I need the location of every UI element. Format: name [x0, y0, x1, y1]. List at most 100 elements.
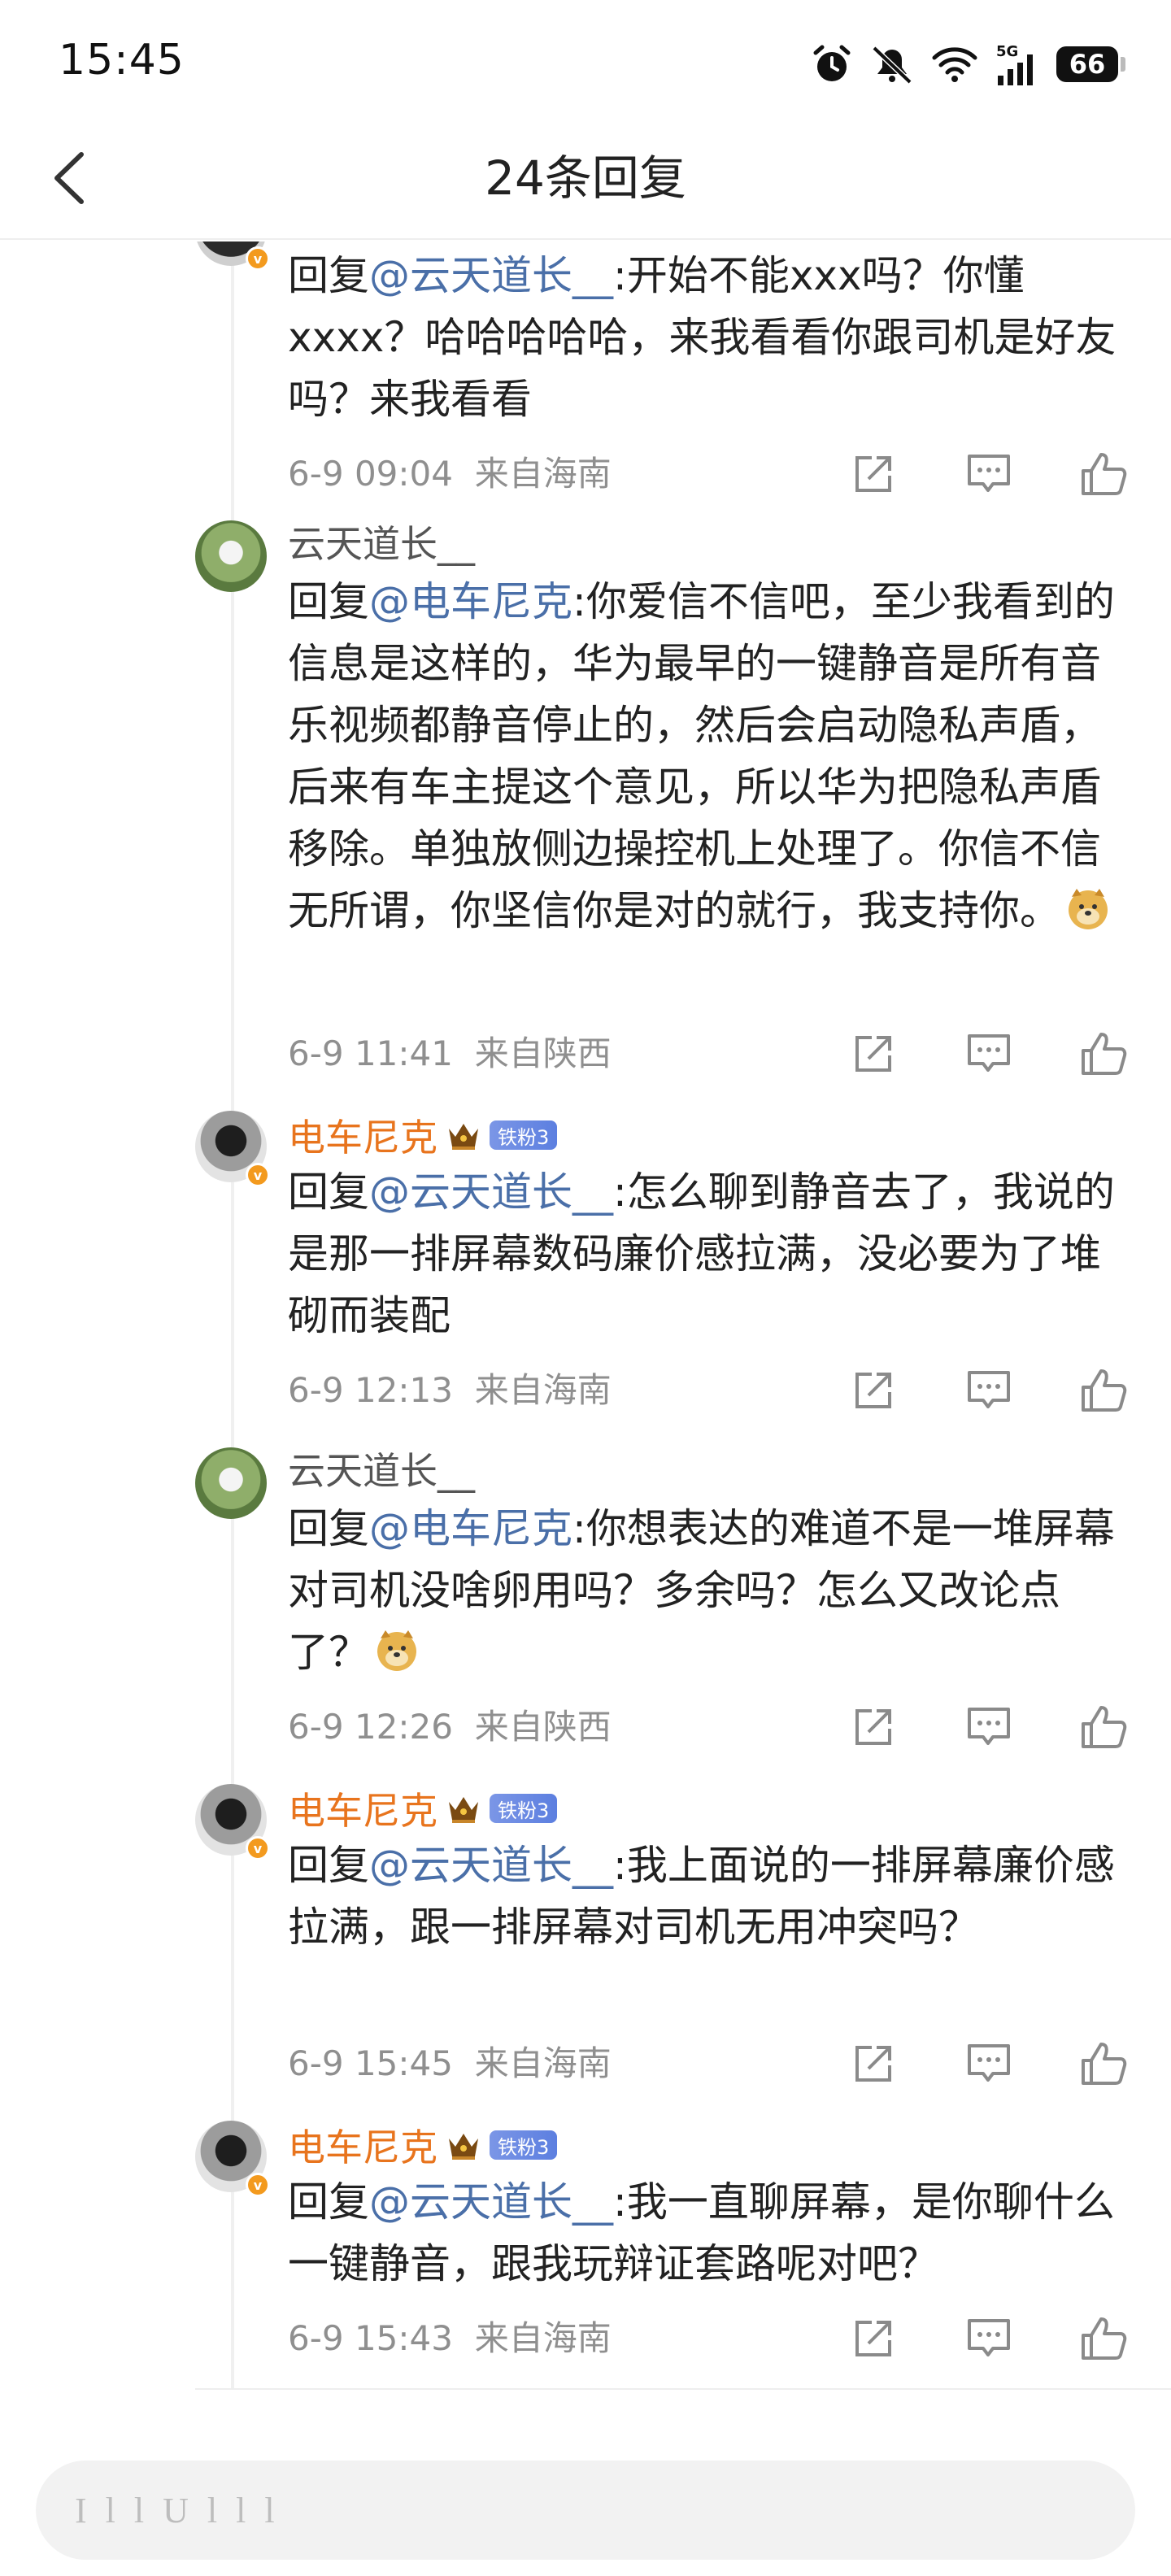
reply-meta: 6-9 11:41 来自陕西	[288, 1029, 612, 1078]
reply-meta: 6-9 15:45 来自海南	[288, 2039, 612, 2088]
crown-icon	[449, 1797, 478, 1823]
comment-icon	[968, 2044, 1010, 2082]
share-button[interactable]	[847, 1701, 899, 1753]
like-icon	[1082, 2043, 1127, 2085]
like-icon	[1082, 1706, 1127, 1748]
mention-link[interactable]: @云天道长__	[369, 1168, 613, 1216]
share-button[interactable]	[847, 2038, 899, 2090]
status-time: 15:45	[59, 36, 185, 85]
author-row: 电车尼克 铁粉3	[288, 2118, 558, 2172]
doge-emoji-icon	[377, 1630, 416, 1671]
like-button[interactable]	[1078, 2038, 1130, 2090]
reply-text: 回复@电车尼克:你想表达的难道不是一堆屏幕对司机没啥卵用吗？多余吗？怎么又改论点…	[288, 1498, 1117, 1683]
battery-icon: 66	[1056, 46, 1125, 82]
comment-icon	[968, 1708, 1010, 1745]
reply-text: 回复@云天道长__:我一直聊屏幕，是你聊什么一键静音，跟我玩辩证套路呢对吧？	[288, 2171, 1117, 2295]
like-icon	[1082, 2317, 1127, 2360]
share-button[interactable]	[847, 1364, 899, 1416]
list-divider	[195, 2388, 1171, 2390]
bottom-input-bar: I l l U l l l	[0, 2407, 1171, 2576]
like-button[interactable]	[1078, 1701, 1130, 1753]
author-name[interactable]: 云天道长__	[288, 515, 475, 568]
reply-actions	[847, 442, 1130, 507]
reply-thread[interactable]: v 回复@云天道长__:开始不能xxx吗？你懂xxxx？哈哈哈哈哈，来我看看你跟…	[0, 242, 1171, 2404]
verified-badge-icon: v	[246, 2173, 270, 2197]
like-button[interactable]	[1078, 448, 1130, 500]
reply-text: 回复@云天道长__:开始不能xxx吗？你懂xxxx？哈哈哈哈哈，来我看看你跟司机…	[288, 245, 1117, 430]
reply-actions	[847, 2306, 1130, 2371]
reply-time: 6-9 15:43	[288, 2318, 453, 2358]
comment-button[interactable]	[963, 1028, 1015, 1080]
avatar[interactable]: v	[195, 1111, 270, 1187]
reply-actions	[847, 1021, 1130, 1086]
author-row: 云天道长__	[288, 1444, 475, 1493]
author-row: 云天道长__	[288, 517, 475, 566]
svg-text:5G: 5G	[996, 43, 1018, 60]
mention-link[interactable]: @电车尼克	[369, 578, 572, 625]
reply-time: 6-9 12:13	[288, 1370, 453, 1410]
reply-input[interactable]: I l l U l l l	[36, 2461, 1135, 2560]
like-button[interactable]	[1078, 1364, 1130, 1416]
mention-link[interactable]: @云天道长__	[369, 252, 613, 299]
comment-button[interactable]	[963, 1701, 1015, 1753]
like-icon	[1082, 1033, 1127, 1075]
author-name[interactable]: 电车尼克	[288, 1108, 437, 1162]
author-name[interactable]: 电车尼克	[288, 1782, 437, 1835]
reply-actions	[847, 1358, 1130, 1423]
share-icon	[855, 1373, 891, 1408]
signal-icon: 5G	[996, 43, 1033, 85]
fan-badge: 铁粉3	[490, 1794, 558, 1823]
avatar[interactable]: v	[195, 1784, 270, 1860]
avatar[interactable]: v	[195, 242, 270, 271]
avatar[interactable]	[195, 520, 267, 592]
reply-actions	[847, 1695, 1130, 1760]
reply-location: 来自陕西	[474, 1033, 612, 1073]
share-button[interactable]	[847, 2313, 899, 2365]
reply-prefix: 回复	[288, 1168, 369, 1216]
reply-location: 来自海南	[474, 454, 612, 494]
doge-emoji-icon	[1069, 889, 1108, 929]
like-icon	[1082, 1369, 1127, 1412]
comment-icon	[968, 1371, 1010, 1408]
reply-time: 6-9 11:41	[288, 1033, 453, 1073]
share-icon	[855, 1709, 891, 1745]
reply-actions	[847, 2031, 1130, 2096]
share-button[interactable]	[847, 1028, 899, 1080]
avatar[interactable]	[195, 1447, 267, 1519]
like-button[interactable]	[1078, 2313, 1130, 2365]
reply-prefix: 回复	[288, 1505, 369, 1552]
author-name[interactable]: 电车尼克	[288, 2118, 437, 2172]
comment-icon	[968, 455, 1010, 492]
comment-button[interactable]	[963, 448, 1015, 500]
like-button[interactable]	[1078, 1028, 1130, 1080]
comment-button[interactable]	[963, 2313, 1015, 2365]
wifi-icon	[932, 47, 977, 82]
reply-meta: 6-9 12:26 来自陕西	[288, 1703, 612, 1751]
crown-icon	[449, 2134, 478, 2160]
fan-badge: 铁粉3	[490, 1120, 558, 1150]
reply-location: 来自海南	[474, 1370, 612, 1410]
mention-link[interactable]: @电车尼克	[369, 1505, 572, 1552]
comment-button[interactable]	[963, 2038, 1015, 2090]
mention-link[interactable]: @云天道长__	[369, 1842, 613, 1889]
reply-prefix: 回复	[288, 252, 369, 299]
reply-time: 6-9 09:04	[288, 454, 453, 494]
avatar[interactable]: v	[195, 2121, 270, 2197]
reply-time: 6-9 15:45	[288, 2043, 453, 2083]
share-button[interactable]	[847, 448, 899, 500]
reply-text: 回复@云天道长__:我上面说的一排屏幕廉价感拉满，跟一排屏幕对司机无用冲突吗？	[288, 1834, 1117, 1958]
mention-link[interactable]: @云天道长__	[369, 2178, 613, 2226]
verified-badge-icon: v	[246, 246, 270, 271]
share-icon	[855, 1036, 891, 1072]
like-icon	[1082, 453, 1127, 495]
reply-input-placeholder: I l l U l l l	[75, 2490, 280, 2530]
header: 24条回复	[0, 122, 1171, 240]
comment-button[interactable]	[963, 1364, 1015, 1416]
reply-location: 来自海南	[474, 2043, 612, 2083]
reply-location: 来自陕西	[474, 1707, 612, 1747]
author-row: 电车尼克 铁粉3	[288, 1108, 558, 1162]
reply-prefix: 回复	[288, 2178, 369, 2226]
reply-prefix: 回复	[288, 1842, 369, 1889]
reply-content: :你爱信不信吧，至少我看到的信息是这样的，华为最早的一键静音是所有音乐视频都静音…	[288, 578, 1115, 934]
author-name[interactable]: 云天道长__	[288, 1442, 475, 1495]
